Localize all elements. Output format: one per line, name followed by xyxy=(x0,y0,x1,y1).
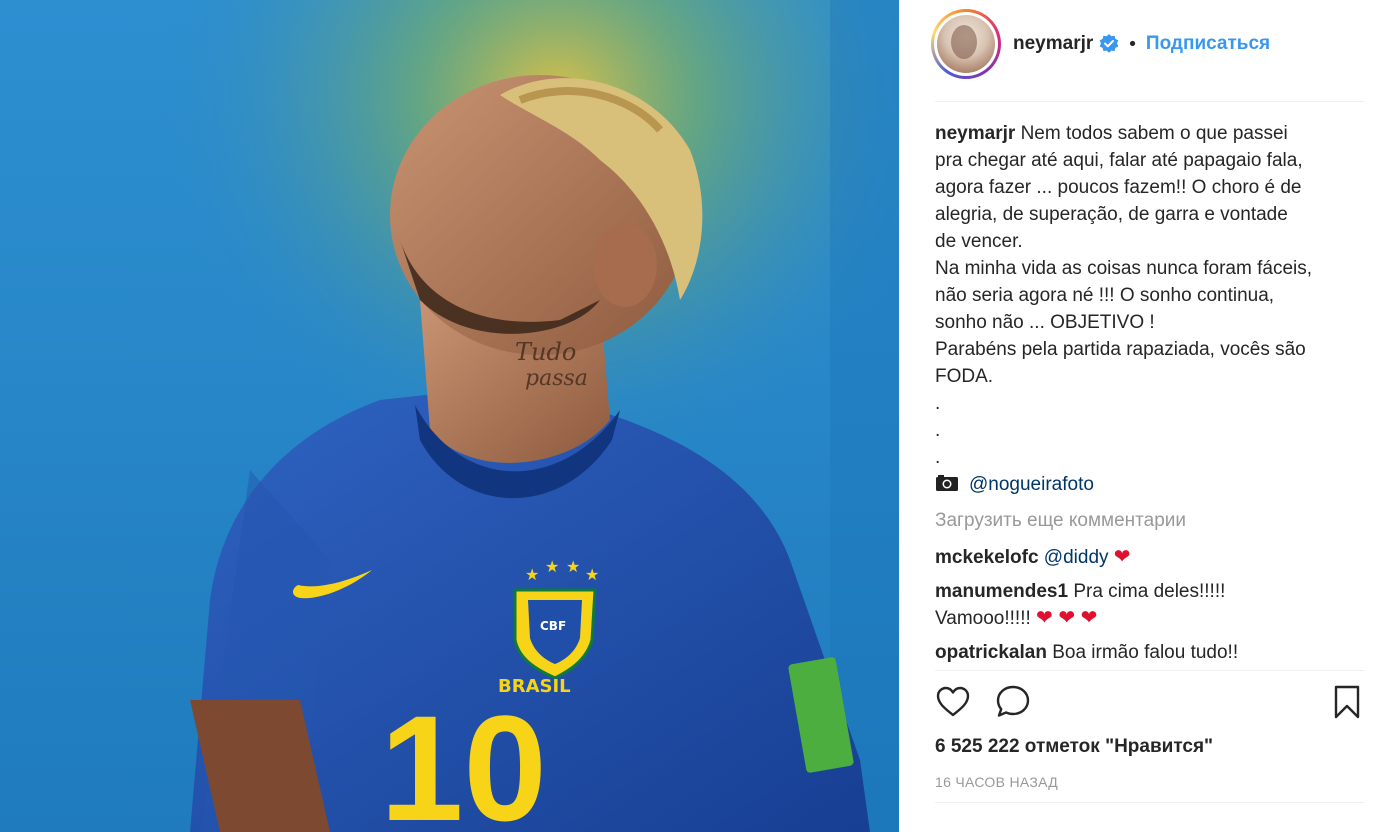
comment-item: opatrickalan Boa irmão falou tudo!! xyxy=(935,639,1365,666)
photo-credit-link[interactable]: @nogueirafoto xyxy=(969,474,1094,495)
caption-line: agora fazer ... poucos fazem!! O choro é… xyxy=(935,177,1302,198)
caption-line: não seria agora né !!! O sonho continua, xyxy=(935,285,1275,306)
caption-line: de vencer. xyxy=(935,231,1023,252)
heart-emoji: ❤ xyxy=(1113,546,1131,568)
crest-text: CBF xyxy=(540,619,566,633)
footer-divider xyxy=(935,802,1365,803)
comment-item: manumendes1 Pra cima deles!!!!! Vamooo!!… xyxy=(935,578,1365,632)
verified-badge-icon xyxy=(1099,34,1119,53)
header-separator: • xyxy=(1127,33,1138,55)
post-photo[interactable]: Tudo passa ★ ★ ★ ★ CBF BRASIL 10 xyxy=(0,0,899,832)
jersey-number: 10 xyxy=(380,684,547,832)
header-username[interactable]: neymarjr xyxy=(1013,33,1093,55)
caption-line: Na minha vida as coisas nunca foram fáce… xyxy=(935,258,1313,279)
comment-text: Boa irmão falou tudo!! xyxy=(1052,642,1239,663)
post-actions xyxy=(935,684,1365,724)
svg-text:★: ★ xyxy=(545,557,559,576)
avatar[interactable] xyxy=(937,15,995,73)
post-sidebar: neymarjr • Подписаться neymarjr Nem todo… xyxy=(899,0,1373,832)
comment-text: Pra cima deles!!!!! xyxy=(1073,581,1226,602)
caption-line: alegria, de superação, de garra e vontad… xyxy=(935,204,1288,225)
follow-button[interactable]: Подписаться xyxy=(1146,33,1270,55)
caption-username[interactable]: neymarjr xyxy=(935,123,1015,144)
comment-username[interactable]: opatrickalan xyxy=(935,642,1047,663)
caption-line: . xyxy=(935,393,941,414)
svg-text:★: ★ xyxy=(585,565,599,584)
comment-text: Vamooo!!!!! xyxy=(935,608,1031,629)
comment-item: mckekelofc @diddy ❤ xyxy=(935,544,1365,571)
svg-text:★: ★ xyxy=(525,565,539,584)
likes-count[interactable]: 6 525 222 отметок "Нравится" xyxy=(935,736,1213,758)
post-header: neymarjr • Подписаться xyxy=(931,8,1365,80)
svg-text:★: ★ xyxy=(566,557,580,576)
header-divider xyxy=(935,101,1365,102)
heart-outline-icon[interactable] xyxy=(935,684,971,720)
heart-emoji: ❤ ❤ ❤ xyxy=(1036,607,1098,629)
svg-text:Tudo: Tudo xyxy=(515,338,576,366)
caption-line: . xyxy=(935,447,941,468)
caption-line: sonho não ... OBJETIVO ! xyxy=(935,312,1155,333)
speech-bubble-icon[interactable] xyxy=(995,684,1031,720)
actions-divider xyxy=(935,670,1365,671)
svg-text:passa: passa xyxy=(525,366,588,391)
comment-mention-link[interactable]: @diddy xyxy=(1044,547,1109,568)
avatar-story-ring[interactable] xyxy=(931,9,1001,79)
camera-icon xyxy=(936,475,958,491)
caption-line: . xyxy=(935,420,941,441)
caption-line: Parabéns pela partida rapaziada, vocês s… xyxy=(935,339,1306,360)
comments-section[interactable]: neymarjr Nem todos sabem o que passei pr… xyxy=(935,120,1365,670)
photo-illustration: Tudo passa ★ ★ ★ ★ CBF BRASIL 10 xyxy=(0,0,899,832)
bookmark-icon[interactable] xyxy=(1329,684,1365,720)
post-timestamp[interactable]: 16 ЧАСОВ НАЗАД xyxy=(935,774,1058,790)
caption: neymarjr Nem todos sabem o que passei pr… xyxy=(935,120,1365,498)
caption-line: Nem todos sabem o que passei xyxy=(1020,123,1288,144)
caption-line: pra chegar até aqui, falar até papagaio … xyxy=(935,150,1303,171)
load-more-comments-button[interactable]: Загрузить еще комментарии xyxy=(935,507,1365,534)
comment-username[interactable]: manumendes1 xyxy=(935,581,1068,602)
caption-line: FODA. xyxy=(935,366,994,387)
comment-username[interactable]: mckekelofc xyxy=(935,547,1039,568)
